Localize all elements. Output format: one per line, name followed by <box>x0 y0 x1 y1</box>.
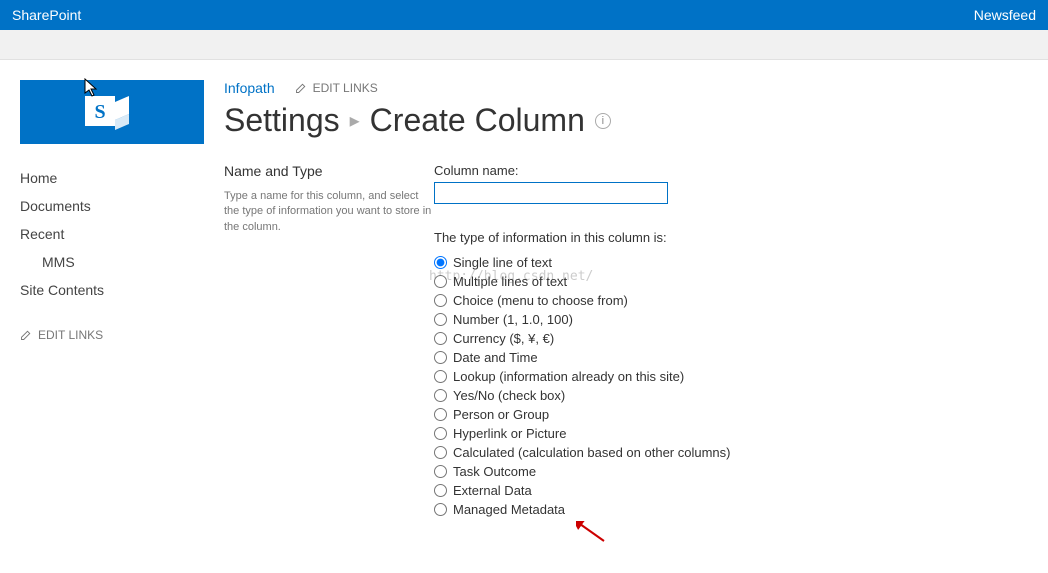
column-type-prompt: The type of information in this column i… <box>434 230 1048 245</box>
column-type-option-label: Calculated (calculation based on other c… <box>453 445 731 460</box>
column-type-option-label: External Data <box>453 483 532 498</box>
info-icon[interactable]: i <box>595 113 611 129</box>
column-type-radio[interactable] <box>434 484 447 497</box>
column-type-option[interactable]: External Data <box>434 481 1048 500</box>
nav-item-site-contents[interactable]: Site Contents <box>20 276 204 304</box>
sharepoint-logo-icon: S <box>85 90 139 134</box>
column-type-radio[interactable] <box>434 256 447 269</box>
breadcrumb-separator-icon: ▸ <box>350 108 360 133</box>
column-type-radio[interactable] <box>434 313 447 326</box>
column-type-radio[interactable] <box>434 351 447 364</box>
column-type-option[interactable]: Calculated (calculation based on other c… <box>434 443 1048 462</box>
svg-text:S: S <box>94 101 105 123</box>
nav-item-recent[interactable]: Recent <box>20 220 204 248</box>
left-nav: S Home Documents Recent MMS Site Content… <box>20 80 204 519</box>
pencil-icon <box>20 329 32 341</box>
site-logo[interactable]: S <box>20 80 204 144</box>
column-type-radio[interactable] <box>434 465 447 478</box>
nav-item-documents[interactable]: Documents <box>20 192 204 220</box>
column-type-option-label: Date and Time <box>453 350 538 365</box>
column-type-option[interactable]: Date and Time <box>434 348 1048 367</box>
column-name-input[interactable] <box>434 182 668 204</box>
content-area: Infopath EDIT LINKS Settings ▸ Create Co… <box>204 80 1048 519</box>
site-breadcrumb-link[interactable]: Infopath <box>224 80 275 96</box>
nav-item-mms[interactable]: MMS <box>20 248 204 276</box>
column-type-option[interactable]: Choice (menu to choose from) <box>434 291 1048 310</box>
column-type-option-label: Task Outcome <box>453 464 536 479</box>
column-type-option-label: Choice (menu to choose from) <box>453 293 628 308</box>
column-type-option[interactable]: Currency ($, ¥, €) <box>434 329 1048 348</box>
column-type-radio[interactable] <box>434 503 447 516</box>
column-type-option-label: Person or Group <box>453 407 549 422</box>
column-type-radio[interactable] <box>434 446 447 459</box>
column-type-option[interactable]: Lookup (information already on this site… <box>434 367 1048 386</box>
column-type-radio[interactable] <box>434 427 447 440</box>
suite-brand-link[interactable]: SharePoint <box>12 7 81 23</box>
annotation-arrow-icon <box>576 521 606 543</box>
column-type-option-label: Lookup (information already on this site… <box>453 369 684 384</box>
ribbon-bar <box>0 30 1048 60</box>
column-type-option-label: Managed Metadata <box>453 502 565 517</box>
nav-edit-links-label: EDIT LINKS <box>38 328 103 342</box>
column-type-option[interactable]: Number (1, 1.0, 100) <box>434 310 1048 329</box>
column-type-radio-list: Single line of text Multiple lines of tex… <box>434 253 1048 519</box>
column-type-radio[interactable] <box>434 294 447 307</box>
column-type-option-label: Multiple lines of text <box>453 274 567 289</box>
column-type-option[interactable]: Multiple lines of text <box>434 272 1048 291</box>
nav-edit-links[interactable]: EDIT LINKS <box>20 328 204 342</box>
page-title-current: Create Column <box>370 102 585 139</box>
section-desc-text: Type a name for this column, and select … <box>224 189 434 235</box>
column-type-option[interactable]: Yes/No (check box) <box>434 386 1048 405</box>
column-type-radio[interactable] <box>434 408 447 421</box>
form-section-name-type: Name and Type Type a name for this colum… <box>224 163 1048 519</box>
column-type-option[interactable]: Single line of text <box>434 253 1048 272</box>
column-type-option-label: Currency ($, ¥, €) <box>453 331 554 346</box>
pencil-icon <box>295 82 307 94</box>
column-type-option[interactable]: Person or Group <box>434 405 1048 424</box>
breadcrumb-row: Infopath EDIT LINKS <box>224 80 1048 96</box>
column-type-radio[interactable] <box>434 275 447 288</box>
nav-item-home[interactable]: Home <box>20 164 204 192</box>
column-type-radio[interactable] <box>434 370 447 383</box>
page-title-settings[interactable]: Settings <box>224 102 340 139</box>
section-description: Name and Type Type a name for this colum… <box>224 163 434 519</box>
top-edit-links[interactable]: EDIT LINKS <box>295 81 378 95</box>
column-type-option-label: Hyperlink or Picture <box>453 426 566 441</box>
page-title: Settings ▸ Create Column i <box>224 102 1048 139</box>
column-type-option-label: Yes/No (check box) <box>453 388 565 403</box>
column-type-option-label: Number (1, 1.0, 100) <box>453 312 573 327</box>
section-controls: Column name: The type of information in … <box>434 163 1048 519</box>
suite-newsfeed-link[interactable]: Newsfeed <box>974 7 1036 23</box>
section-heading: Name and Type <box>224 163 434 179</box>
column-type-option[interactable]: Hyperlink or Picture <box>434 424 1048 443</box>
nav-list: Home Documents Recent MMS Site Contents <box>20 164 204 304</box>
column-name-label: Column name: <box>434 163 1048 178</box>
column-type-option-label: Single line of text <box>453 255 552 270</box>
top-edit-links-label: EDIT LINKS <box>313 81 378 95</box>
column-type-option[interactable]: Task Outcome <box>434 462 1048 481</box>
column-type-radio[interactable] <box>434 332 447 345</box>
suite-bar: SharePoint Newsfeed <box>0 0 1048 30</box>
column-type-radio[interactable] <box>434 389 447 402</box>
column-type-option[interactable]: Managed Metadata <box>434 500 1048 519</box>
